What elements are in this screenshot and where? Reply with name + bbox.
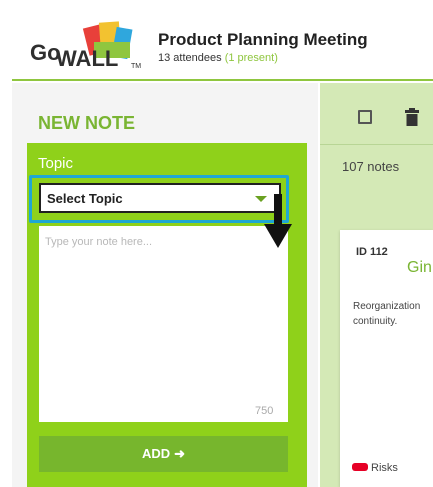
svg-text:TM: TM bbox=[131, 63, 141, 70]
pointer-arrow-down-icon bbox=[264, 194, 292, 248]
note-tag-label: Risks bbox=[371, 462, 398, 474]
gowall-logo: Go WALL TM bbox=[30, 21, 141, 71]
notes-count: 107 notes bbox=[342, 159, 400, 174]
attendees-present: (1 present) bbox=[224, 52, 278, 64]
arrow-right-icon: ➜ bbox=[174, 446, 186, 461]
notes-toolbar bbox=[320, 83, 433, 145]
tag-color-swatch bbox=[352, 463, 368, 472]
note-title: Gin bbox=[407, 259, 432, 276]
trash-icon[interactable] bbox=[405, 108, 419, 126]
app-header: Go WALL TM Product Planning Meeting 13 a… bbox=[12, 8, 433, 81]
note-id: ID 112 bbox=[356, 246, 388, 258]
note-text: Reorganization continuity. bbox=[353, 301, 421, 327]
add-button-label: ADD bbox=[141, 446, 171, 461]
topic-label: Topic bbox=[38, 155, 74, 172]
new-note-heading: NEW NOTE bbox=[38, 113, 135, 133]
add-note-button[interactable]: ADD ➜ bbox=[39, 436, 288, 472]
notes-panel: 107 notes ID 112 Gin Reorganization cont… bbox=[320, 83, 433, 487]
char-count: 750 bbox=[255, 405, 274, 417]
attendees-count: 13 attendees bbox=[158, 52, 222, 64]
topic-select[interactable]: Select Topic bbox=[39, 183, 281, 213]
meeting-title: Product Planning Meeting bbox=[158, 30, 368, 49]
note-card[interactable]: ID 112 Gin Reorganization continuity. Ri… bbox=[340, 230, 433, 487]
new-note-panel: NEW NOTE Topic Select Topic 750 ADD➜ bbox=[12, 83, 318, 487]
note-text-input[interactable] bbox=[39, 226, 288, 422]
checkbox-icon[interactable] bbox=[358, 110, 372, 124]
attendees-info: 13 attendees (1 present) bbox=[158, 52, 278, 64]
svg-text:WALL: WALL bbox=[56, 46, 118, 71]
topic-select-value: Select Topic bbox=[47, 191, 123, 206]
note-tag: Risks bbox=[352, 462, 398, 474]
